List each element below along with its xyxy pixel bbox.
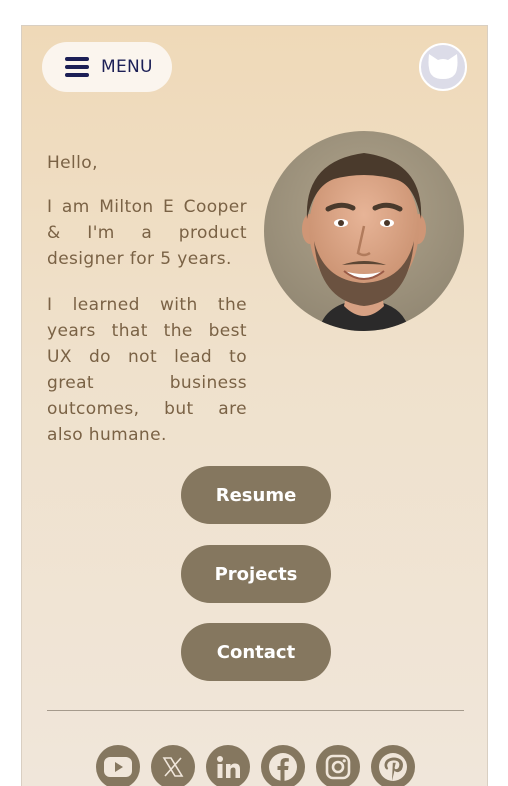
x-icon	[162, 757, 184, 777]
menu-button[interactable]: MENU	[42, 42, 172, 92]
page-frame: MENU Hello, I am Milton E Cooper & I'm a…	[21, 25, 488, 786]
profile-photo	[264, 131, 464, 331]
contact-button[interactable]: Contact	[181, 623, 331, 681]
hamburger-icon	[65, 57, 89, 77]
facebook-link[interactable]	[261, 745, 305, 786]
menu-label: MENU	[101, 57, 153, 77]
instagram-link[interactable]	[316, 745, 360, 786]
linkedin-icon	[217, 756, 240, 778]
intro-text: Hello, I am Milton E Cooper & I'm a prod…	[47, 150, 247, 468]
x-link[interactable]	[151, 745, 195, 786]
youtube-link[interactable]	[96, 745, 140, 786]
pinterest-link[interactable]	[371, 745, 415, 786]
footer-divider	[47, 710, 464, 711]
projects-button[interactable]: Projects	[181, 545, 331, 603]
pinterest-icon	[379, 753, 407, 781]
linkedin-link[interactable]	[206, 745, 250, 786]
instagram-icon	[325, 754, 351, 780]
youtube-icon	[104, 757, 132, 777]
resume-button[interactable]: Resume	[181, 466, 331, 524]
cat-icon	[428, 54, 458, 79]
intro-paragraph-1: I am Milton E Cooper & I'm a product des…	[47, 197, 247, 269]
greeting: Hello,	[47, 153, 98, 173]
facebook-icon	[269, 753, 297, 782]
intro-paragraph-2: I learned with the years that the best U…	[47, 295, 247, 445]
profile-button[interactable]	[419, 43, 467, 91]
